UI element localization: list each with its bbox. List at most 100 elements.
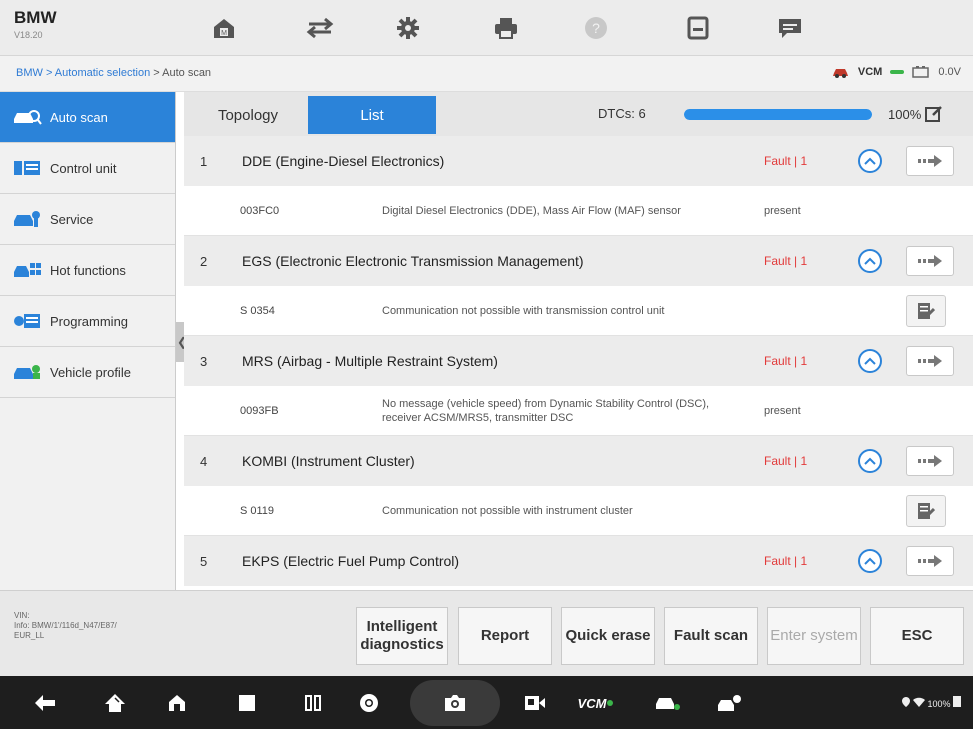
arrow-right-icon [918,355,942,367]
fault-help-button[interactable] [906,294,946,327]
fault-row: S 0119 Communication not possible with i… [184,486,973,536]
system-row[interactable]: 4 KOMBI (Instrument Cluster) Fault | 1 [184,436,973,486]
progress-percent: 100% [888,105,943,123]
system-number: 3 [200,353,208,369]
autel-home-button[interactable] [162,690,192,716]
sidebar-item-hot-functions[interactable]: Hot functions [0,245,175,296]
back-button[interactable] [30,690,60,716]
scan-progress-fill [684,109,872,120]
collapse-button[interactable] [858,549,882,573]
fault-code: 003FC0 [240,204,280,217]
system-row[interactable]: 1 DDE (Engine-Diesel Electronics) Fault … [184,136,973,186]
auto-scan-icon [14,110,42,125]
video-icon [525,696,545,710]
home-nav-button[interactable] [100,690,130,716]
status-area: VCM 0.0V [832,66,961,78]
battery-percent: 100% [927,699,951,709]
chevron-up-icon [864,357,876,365]
settings-button[interactable] [374,0,442,56]
enter-system-button[interactable]: Enter system [767,607,861,665]
sidebar-item-label: Control unit [50,160,117,176]
sidebar-item-label: Hot functions [50,262,126,278]
car-service-icon [718,695,741,711]
sidebar-item-label: Auto scan [50,109,108,125]
home-outline-icon [169,695,185,711]
service-nav-button[interactable] [714,690,744,716]
home-icon: M [214,19,234,38]
vehicle-swap-button[interactable] [286,0,354,56]
fault-scan-button[interactable]: Fault scan [664,607,758,665]
intelligent-diagnostics-button[interactable]: Intelligent diagnostics [356,607,448,665]
arrow-right-icon [918,455,942,467]
system-status-tray: 100% [902,695,961,709]
battery-status-icon [953,696,961,707]
sidebar-item-label: Service [50,211,94,227]
enter-system-button[interactable] [906,246,954,276]
home-button[interactable]: M [190,0,258,56]
collapse-button[interactable] [858,349,882,373]
system-name: EKPS (Electric Fuel Pump Control) [242,553,460,569]
fault-row: S 0354 Communication not possible with t… [184,286,973,336]
progress-label: 100% [888,106,922,122]
camera-button[interactable] [440,690,470,716]
brand: BMW V18.20 [14,8,56,40]
android-navigation-bar: VCM 100% [0,676,973,729]
vcm-logo: VCM [577,695,607,711]
esc-button[interactable]: ESC [870,607,964,665]
bottom-action-bar: VIN: Info: BMW/1'/116d_N47/E87/ EUR_LL I… [0,590,973,676]
enter-system-button[interactable] [906,146,954,176]
system-row[interactable]: 3 MRS (Airbag - Multiple Restraint Syste… [184,336,973,386]
sidebar-item-control-unit[interactable]: Control unit [0,143,175,194]
screen-record-button[interactable] [520,690,550,716]
fault-description: No message (vehicle speed) from Dynamic … [382,397,710,424]
fault-code: 0093FB [240,404,279,417]
sidebar-item-service[interactable]: Service [0,194,175,245]
sidebar-item-auto-scan[interactable]: Auto scan [0,92,175,143]
chevron-up-icon [864,157,876,165]
service-icon [14,211,40,227]
print-button[interactable] [472,0,540,56]
system-row[interactable]: 5 EKPS (Electric Fuel Pump Control) Faul… [184,536,973,586]
collapse-button[interactable] [858,149,882,173]
breadcrumb: BMW > Automatic selection > Auto scan [16,67,211,79]
collapse-button[interactable] [858,449,882,473]
recent-apps-button[interactable] [232,690,262,716]
tab-topology[interactable]: Topology [188,96,308,134]
system-row[interactable]: 2 EGS (Electronic Electronic Transmissio… [184,236,973,286]
edit-icon[interactable] [925,105,943,123]
main-panel: Topology List DTCs: 6 100% 1 DDE (Engine… [184,92,973,590]
save-button[interactable] [664,0,732,56]
enter-system-button[interactable] [906,446,954,476]
enter-system-button[interactable] [906,546,954,576]
sidebar-item-programming[interactable]: Programming [0,296,175,347]
vehicle-info-line: Info: BMW/1'/116d_N47/E87/ [14,621,117,630]
sidebar-item-label: Vehicle profile [50,364,131,380]
report-button[interactable]: Report [458,607,552,665]
fault-status: Fault | 1 [764,254,808,268]
tab-list[interactable]: List [308,96,436,134]
brand-version: V18.20 [14,30,43,40]
vehicle-nav-button[interactable] [652,690,682,716]
fault-status: Fault | 1 [764,454,808,468]
message-button[interactable] [756,0,824,56]
help-button[interactable]: ? [562,0,630,56]
breadcrumb-current: > Auto scan [150,67,212,79]
quick-erase-button[interactable]: Quick erase [561,607,655,665]
split-screen-button[interactable] [298,690,328,716]
collapse-button[interactable] [858,249,882,273]
chevron-up-icon [864,557,876,565]
vcm-indicator-icon [607,700,614,706]
fault-row: 003FC0 Digital Diesel Electronics (DDE),… [184,186,973,236]
vehicle-swap-icon [306,17,334,39]
tabs-bar: Topology List DTCs: 6 100% [184,92,973,136]
sidebar-item-vehicle-profile[interactable]: Vehicle profile [0,347,175,398]
breadcrumb-link[interactable]: BMW > Automatic selection [16,67,150,79]
system-number: 5 [200,553,208,569]
fault-help-button[interactable] [906,494,946,527]
browser-button[interactable] [354,690,384,716]
enter-system-button[interactable] [906,346,954,376]
svg-text:M: M [221,30,227,37]
fault-row: 0093FB No message (vehicle speed) from D… [184,386,973,436]
vcm-button[interactable]: VCM [576,690,616,716]
system-number: 1 [200,153,208,169]
